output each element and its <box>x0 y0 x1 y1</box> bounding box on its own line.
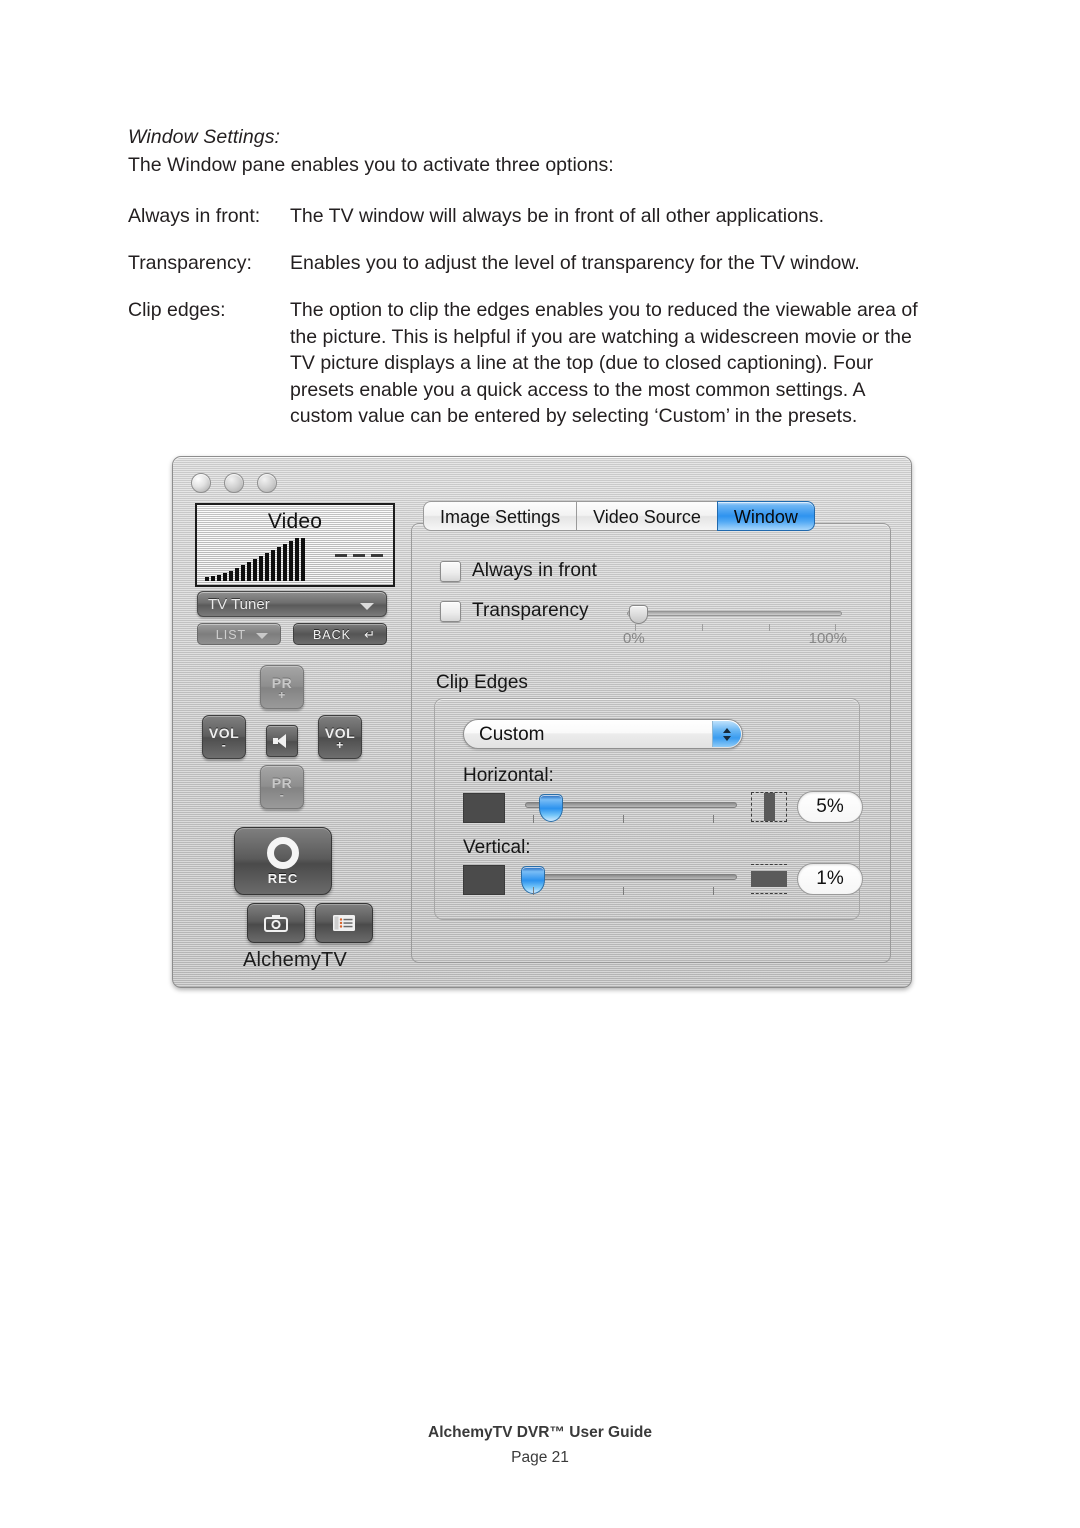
list-icon <box>333 915 355 931</box>
zoom-button[interactable] <box>257 473 277 493</box>
source-select-label: TV Tuner <box>208 596 270 613</box>
speaker-icon <box>273 734 291 748</box>
definition-term: Transparency: <box>128 252 252 274</box>
horizontal-color-swatch <box>463 793 505 823</box>
back-button[interactable]: BACK ↵ <box>293 623 387 645</box>
footer-title: AlchemyTV DVR™ User Guide <box>428 1424 652 1441</box>
transparency-min-label: 0% <box>623 630 645 647</box>
snapshot-button[interactable] <box>247 903 305 943</box>
playlist-button[interactable] <box>315 903 373 943</box>
clip-edges-preset-popup[interactable]: Custom <box>463 719 743 749</box>
settings-pane: Image Settings Video Source Window Alway… <box>411 501 891 963</box>
definition-list: Always in front: The TV window will alwa… <box>128 203 928 430</box>
volume-up-sign: + <box>336 737 344 752</box>
minimize-button[interactable] <box>224 473 244 493</box>
window-tab-panel: Always in front Transparency 0% 100% Cli… <box>411 523 891 963</box>
back-button-label: BACK <box>312 628 352 642</box>
channel-placeholder-icon <box>335 554 383 557</box>
definition-row: Always in front: The TV window will alwa… <box>128 203 928 230</box>
definition-text: The TV window will always be in front of… <box>290 205 824 227</box>
popup-arrows-icon[interactable] <box>712 721 741 747</box>
vertical-clip-preview-icon <box>751 864 787 894</box>
volume-down-button[interactable]: VOL - <box>202 715 246 759</box>
volume-down-sign: - <box>221 737 227 752</box>
chevron-down-icon <box>360 603 374 610</box>
clip-edges-group: Custom Horizontal: 5% Vertical: 1% <box>434 698 863 920</box>
transparency-row[interactable]: Transparency <box>440 600 589 622</box>
always-in-front-row[interactable]: Always in front <box>440 560 597 582</box>
clip-edges-preset-value: Custom <box>479 724 545 745</box>
source-select-button[interactable]: TV Tuner <box>197 591 387 617</box>
record-button[interactable]: REC <box>234 827 332 895</box>
definition-text: The option to clip the edges enables you… <box>290 299 918 427</box>
vertical-color-swatch <box>463 865 505 895</box>
program-down-button[interactable]: PR - <box>260 765 304 809</box>
signal-bars-icon <box>205 537 305 581</box>
transparency-max-label: 100% <box>808 630 847 647</box>
section-heading: Window Settings: <box>128 126 281 148</box>
always-in-front-label: Always in front <box>472 560 598 581</box>
vertical-slider-row: 1% <box>463 863 863 897</box>
tab-bar: Image Settings Video Source Window <box>423 501 815 531</box>
tab-window[interactable]: Window <box>716 501 815 531</box>
horizontal-clip-bar <box>763 793 775 821</box>
page-footer: AlchemyTV DVR™ User Guide Page 21 <box>0 1420 1080 1470</box>
definition-row: Clip edges: The option to clip the edges… <box>128 297 928 430</box>
section-intro: The Window pane enables you to activate … <box>128 154 614 176</box>
video-display-label: Video <box>267 510 323 533</box>
definition-description: Enables you to adjust the level of trans… <box>290 250 928 277</box>
record-circle-icon <box>267 836 299 869</box>
document-body: Window Settings: The Window pane enables… <box>128 124 928 450</box>
volume-up-button[interactable]: VOL + <box>318 715 362 759</box>
vertical-clip-bar <box>751 871 787 887</box>
transparency-slider-thumb[interactable] <box>629 605 648 624</box>
brand-label: AlchemyTV <box>242 949 348 971</box>
tab-video-source[interactable]: Video Source <box>576 501 717 531</box>
vertical-label: Vertical: <box>463 837 531 858</box>
record-button-label: REC <box>267 870 299 886</box>
remote-control-panel: Video TV Tuner LIST BACK ↵ PR + VOL - VO… <box>189 499 401 971</box>
list-button-label: LIST <box>215 628 247 642</box>
program-down-sign: - <box>279 787 285 802</box>
vertical-slider-track[interactable] <box>525 874 737 880</box>
transparency-slider[interactable] <box>627 605 842 624</box>
horizontal-clip-preview-icon <box>751 792 787 822</box>
program-up-sign: + <box>278 687 286 702</box>
arrow-up-icon <box>723 727 731 733</box>
program-up-button[interactable]: PR + <box>260 665 304 709</box>
camera-icon <box>264 915 288 932</box>
always-in-front-checkbox[interactable] <box>440 560 461 582</box>
tab-image-settings[interactable]: Image Settings <box>423 501 577 531</box>
footer-page-number: Page 21 <box>511 1449 569 1466</box>
mute-button[interactable] <box>266 725 298 757</box>
return-arrow-icon: ↵ <box>364 627 376 642</box>
window-controls <box>191 473 277 493</box>
vertical-slider-ticks <box>525 887 737 895</box>
list-button[interactable]: LIST <box>197 623 281 645</box>
transparency-label: Transparency <box>472 600 589 621</box>
alchemytv-window: Video TV Tuner LIST BACK ↵ PR + VOL - VO… <box>172 456 912 988</box>
horizontal-label: Horizontal: <box>463 765 554 786</box>
transparency-slider-labels: 0% 100% <box>623 630 847 647</box>
definition-description: The option to clip the edges enables you… <box>290 297 928 430</box>
clip-edges-group-label: Clip Edges <box>436 672 528 693</box>
definition-text: Enables you to adjust the level of trans… <box>290 252 860 274</box>
definition-row: Transparency: Enables you to adjust the … <box>128 250 928 277</box>
transparency-slider-track <box>627 611 842 616</box>
transparency-checkbox[interactable] <box>440 600 461 622</box>
definition-description: The TV window will always be in front of… <box>290 203 928 230</box>
definition-term: Clip edges: <box>128 299 226 321</box>
close-button[interactable] <box>191 473 211 493</box>
horizontal-slider-row: 5% <box>463 791 863 825</box>
horizontal-value-field[interactable]: 5% <box>797 791 863 823</box>
horizontal-slider-ticks <box>525 815 737 823</box>
video-status-display: Video <box>195 503 395 587</box>
application-screenshot: Video TV Tuner LIST BACK ↵ PR + VOL - VO… <box>172 456 912 988</box>
definition-term: Always in front: <box>128 205 261 227</box>
chevron-down-icon <box>256 633 268 639</box>
arrow-down-icon <box>723 735 731 741</box>
vertical-value-field[interactable]: 1% <box>797 863 863 895</box>
